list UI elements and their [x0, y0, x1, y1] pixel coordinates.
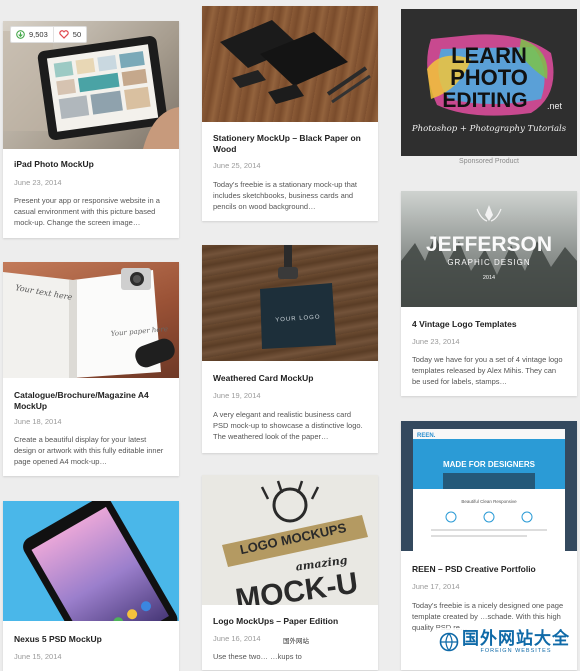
card-date: June 23, 2014 — [14, 178, 62, 187]
vintage-year: 2014 — [483, 275, 495, 281]
watermark-badge: 国外网站大全 FOREIGN WEBSITES — [435, 628, 574, 656]
card-date: June 16, 2014 — [213, 634, 261, 643]
logo-paper-illustration: LOGO MOCKUPS amazing MOCK-U — [202, 475, 378, 605]
card-description: A very elegant and realistic business ca… — [213, 410, 363, 441]
card-description: Today we have for you a set of 4 vintage… — [412, 355, 563, 386]
vintage-illustration: JEFFERSON GRAPHIC DESIGN 2014 — [401, 205, 577, 307]
download-count[interactable]: 9,503 — [11, 27, 53, 42]
reen-brand: REEN. — [417, 433, 436, 439]
reen-illustration: REEN. MADE FOR DESIGNERS Beautiful Clean… — [401, 421, 577, 551]
vintage-subtitle: GRAPHIC DESIGN — [447, 258, 530, 267]
download-icon — [16, 30, 25, 39]
ad-learn-photo-editing[interactable]: LEARN PHOTO EDITING .net Photoshop + Pho… — [401, 9, 577, 156]
watermark-title: 国外网站大全 — [462, 629, 570, 648]
catalogue-illustration: Your text here Your paper here — [3, 268, 175, 378]
thumb-nexus[interactable] — [3, 501, 179, 621]
thumb-stationery[interactable] — [202, 6, 378, 122]
card-date: June 25, 2014 — [213, 161, 261, 170]
thumb-logo-paper[interactable]: LOGO MOCKUPS amazing MOCK-U — [202, 475, 378, 605]
nexus-illustration — [23, 501, 178, 621]
card-title[interactable]: Nexus 5 PSD MockUp — [14, 634, 169, 645]
download-count-value: 9,503 — [29, 30, 48, 39]
thumb-catalogue[interactable]: Your text here Your paper here — [3, 262, 179, 378]
vintage-title: JEFFERSON — [426, 233, 552, 256]
card-description: Today's freebie is a stationary mock-up … — [213, 180, 358, 211]
heart-icon — [59, 30, 69, 39]
card-title[interactable]: Logo MockUps – Paper Edition — [213, 616, 368, 627]
card-title[interactable]: iPad Photo MockUp — [14, 159, 169, 170]
card-date: June 17, 2014 — [412, 582, 460, 591]
ad-line3: EDITING — [442, 89, 527, 112]
like-count[interactable]: 50 — [52, 27, 86, 42]
card-ipad-photo-mockup[interactable]: 9,503 50 iPad Photo MockUp June 23, 2014… — [3, 21, 179, 238]
thumb-reen[interactable]: REEN. MADE FOR DESIGNERS Beautiful Clean… — [401, 421, 577, 551]
card-vintage-logo-templates[interactable]: JEFFERSON GRAPHIC DESIGN 2014 4 Vintage … — [401, 191, 577, 396]
watermark-subtitle: FOREIGN WEBSITES — [480, 648, 552, 654]
sponsored-label: Sponsored Product — [459, 158, 519, 165]
card-date: June 23, 2014 — [412, 337, 460, 346]
like-count-value: 50 — [72, 30, 82, 39]
card-stationery-mockup[interactable]: Stationery MockUp – Black Paper on Wood … — [202, 6, 378, 221]
globe-icon — [439, 632, 459, 652]
card-description: Create a beautiful display for your late… — [14, 435, 164, 466]
card-stats: 9,503 50 — [10, 26, 88, 43]
watermark-small: 国外网站 — [280, 634, 312, 646]
card-catalogue-mockup[interactable]: Your text here Your paper here Catalogue… — [3, 262, 179, 476]
card-description: Use these two… …kups to — [213, 652, 302, 661]
card-date: June 18, 2014 — [14, 417, 62, 426]
card-description: Present your app or responsive website i… — [14, 196, 160, 227]
card-nexus-mockup[interactable]: Nexus 5 PSD MockUp June 15, 2014 — [3, 501, 179, 671]
ad-tagline: Photoshop + Photography Tutorials — [411, 124, 567, 134]
weathered-illustration: YOUR LOGO — [260, 245, 336, 349]
card-weathered-card-mockup[interactable]: YOUR LOGO Weathered Card MockUp June 19,… — [202, 245, 378, 453]
stationery-illustration — [220, 20, 371, 104]
ad-suffix: .net — [547, 101, 563, 111]
ad-illustration: LEARN PHOTO EDITING .net Photoshop + Pho… — [411, 34, 567, 134]
card-title[interactable]: Stationery MockUp – Black Paper on Wood — [213, 133, 368, 155]
reen-banner: MADE FOR DESIGNERS — [443, 460, 536, 469]
ad-line2: PHOTO — [450, 65, 528, 90]
thumb-weathered[interactable]: YOUR LOGO — [202, 245, 378, 361]
reen-section: Beautiful Clean Responsive — [461, 499, 517, 504]
card-title[interactable]: Catalogue/Brochure/Magazine A4 MockUp — [14, 390, 169, 412]
thumb-vintage[interactable]: JEFFERSON GRAPHIC DESIGN 2014 — [401, 191, 577, 307]
card-title[interactable]: REEN – PSD Creative Portfolio — [412, 564, 567, 575]
card-title[interactable]: 4 Vintage Logo Templates — [412, 319, 567, 330]
card-title[interactable]: Weathered Card MockUp — [213, 373, 368, 384]
card-date: June 19, 2014 — [213, 391, 261, 400]
